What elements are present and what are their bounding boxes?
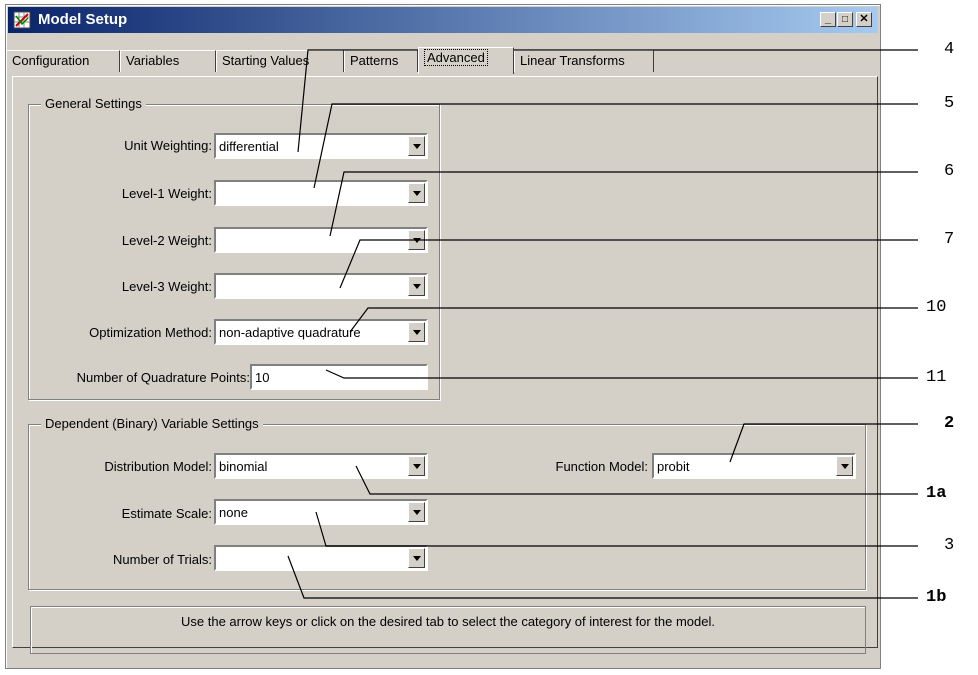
callout-4: 4 [944,40,955,59]
callout-line-11 [325,369,918,379]
callout-line-3 [315,511,918,547]
callout-line-6 [329,171,918,237]
callout-7: 7 [944,230,955,249]
callout-1a: 1a [926,484,947,503]
callout-lines [287,49,918,599]
callout-line-10 [349,307,918,333]
callout-line-2 [729,423,918,463]
tab-label: Advanced [424,49,488,66]
callout-line-5 [313,103,918,189]
callout-3: 3 [944,536,955,555]
callout-line-7 [339,239,918,289]
callout-6: 6 [944,162,955,181]
callout-line-1b [287,555,918,599]
callout-11: 11 [926,368,947,387]
callout-5: 5 [944,94,955,113]
callout-line-1a [355,465,918,495]
callout-1b: 1b [926,588,947,607]
callout-line-4 [297,49,918,153]
callout-2: 2 [944,414,955,433]
tab-advanced[interactable]: Advanced [418,47,514,74]
callout-10: 10 [926,298,947,317]
